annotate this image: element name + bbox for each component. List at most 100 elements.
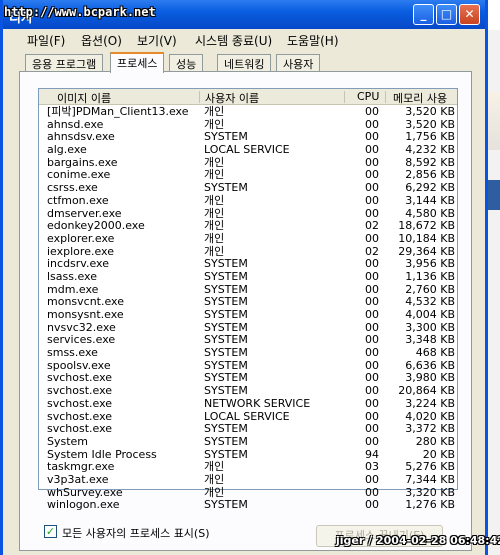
table-row[interactable]: [피박]PDMan_Client13.exe 개인 00 3,520 KB <box>39 105 457 119</box>
process-name: svchost.exe <box>47 422 113 436</box>
column-divider[interactable] <box>199 91 200 103</box>
process-user: SYSTEM <box>204 498 248 512</box>
menu-bar: 파일(F) 옵션(O) 보기(V) 시스템 종료(U) 도움말(H) <box>3 29 485 49</box>
capture-timestamp: jiger / 2004-02-28 06:48:42 <box>336 534 500 547</box>
tab-processes[interactable]: 프로세스 <box>110 52 165 73</box>
process-memory: 4,232 KB <box>405 143 455 157</box>
table-row[interactable]: conime.exe 개인 00 2,856 KB <box>39 169 457 182</box>
process-name: System <box>47 434 89 448</box>
menu-view[interactable]: 보기(V) <box>137 32 177 49</box>
process-cpu: 00 <box>365 422 379 436</box>
process-rows: [피박]PDMan_Client13.exe 개인 00 3,520 KB ahnsd.… <box>39 105 457 512</box>
process-list[interactable]: 이미지 이름 사용자 이름 CPU 메모리 사용 [피박]PDMan_Clien… <box>38 88 458 511</box>
process-cpu: 00 <box>365 143 379 157</box>
process-user: 개인 <box>204 219 225 233</box>
process-user: 개인 <box>204 193 225 207</box>
table-row[interactable]: services.exe SYSTEM 00 3,348 KB <box>39 334 457 347</box>
menu-file[interactable]: 파일(F) <box>27 32 65 49</box>
tab-networking[interactable]: 네트워킹 <box>217 54 272 72</box>
process-name: edonkey2000.exe <box>47 219 145 233</box>
minimize-button[interactable]: _ <box>413 4 434 25</box>
table-row[interactable]: alg.exe LOCAL SERVICE 00 4,232 KB <box>39 143 457 157</box>
menu-options[interactable]: 옵션(O) <box>81 32 122 49</box>
close-button[interactable]: ✕ <box>459 4 480 25</box>
process-memory: 1,276 KB <box>405 498 455 512</box>
tab-performance[interactable]: 성능 <box>169 54 204 72</box>
process-cpu: 00 <box>365 231 379 245</box>
column-header-name[interactable]: 이미지 이름 <box>57 90 111 106</box>
process-cpu: 00 <box>365 269 379 283</box>
process-cpu: 00 <box>365 472 379 486</box>
process-memory: 4,004 KB <box>405 308 455 321</box>
process-user: SYSTEM <box>204 269 248 283</box>
table-row[interactable]: edonkey2000.exe 개인 02 18,672 KB <box>39 219 457 233</box>
tab-users[interactable]: 사용자 <box>276 54 321 72</box>
process-memory: 20,864 KB <box>398 384 455 398</box>
process-user: SYSTEM <box>204 181 248 195</box>
show-all-users-checkbox[interactable]: ✓ <box>44 525 57 538</box>
tab-applications[interactable]: 응용 프로그램 <box>25 54 104 72</box>
process-cpu: 00 <box>365 384 379 398</box>
process-cpu: 00 <box>365 498 379 512</box>
table-row[interactable]: explorer.exe 개인 00 10,184 KB <box>39 231 457 246</box>
process-user: SYSTEM <box>204 434 248 448</box>
process-memory: 10,184 KB <box>398 231 455 245</box>
list-header: 이미지 이름 사용자 이름 CPU 메모리 사용 <box>39 89 457 105</box>
column-header-user[interactable]: 사용자 이름 <box>205 90 259 106</box>
process-memory: 3,520 KB <box>405 105 455 118</box>
table-row[interactable]: ctfmon.exe 개인 00 3,144 KB <box>39 193 457 208</box>
table-row[interactable]: System SYSTEM 00 280 KB <box>39 434 457 449</box>
process-cpu: 00 <box>365 396 379 410</box>
process-cpu: 00 <box>365 181 379 195</box>
table-row[interactable]: csrss.exe SYSTEM 00 6,292 KB <box>39 181 457 195</box>
process-name: ctfmon.exe <box>47 193 109 207</box>
process-name: lsass.exe <box>47 269 97 283</box>
processes-panel: 이미지 이름 사용자 이름 CPU 메모리 사용 [피박]PDMan_Clien… <box>19 71 472 551</box>
process-cpu: 02 <box>365 219 379 233</box>
process-cpu: 00 <box>365 434 379 448</box>
show-all-users-label: 모든 사용자의 프로세스 표시(S) <box>62 527 210 540</box>
process-cpu: 00 <box>365 308 379 321</box>
process-user: SYSTEM <box>204 422 248 436</box>
process-name: alg.exe <box>47 143 87 157</box>
table-row[interactable]: v3p3at.exe 개인 00 7,344 KB <box>39 472 457 487</box>
process-user: NETWORK SERVICE <box>204 396 311 410</box>
table-row[interactable]: monsysnt.exe SYSTEM 00 4,004 KB <box>39 308 457 322</box>
process-name: csrss.exe <box>47 181 98 195</box>
table-row[interactable]: svchost.exe SYSTEM 00 20,864 KB <box>39 384 457 398</box>
process-memory: 7,344 KB <box>405 472 455 486</box>
process-user: 개인 <box>204 105 225 118</box>
process-user: SYSTEM <box>204 384 248 398</box>
table-row[interactable]: winlogon.exe SYSTEM 00 1,276 KB <box>39 499 457 512</box>
process-memory: 18,672 KB <box>398 219 455 233</box>
table-row[interactable]: svchost.exe NETWORK SERVICE 00 3,224 KB <box>39 396 457 411</box>
column-divider[interactable] <box>344 91 345 103</box>
table-row[interactable]: svchost.exe SYSTEM 00 3,372 KB <box>39 422 457 436</box>
process-name: monsysnt.exe <box>47 308 124 321</box>
task-manager-window: 리자 _ □ ✕ 파일(F) 옵션(O) 보기(V) 시스템 종료(U) 도움말… <box>0 0 488 555</box>
menu-shutdown[interactable]: 시스템 종료(U) <box>195 32 272 49</box>
process-name: smss.exe <box>47 346 98 360</box>
process-memory: 3,372 KB <box>405 422 455 436</box>
process-cpu: 00 <box>365 346 379 360</box>
menu-help[interactable]: 도움말(H) <box>287 32 339 49</box>
process-name: svchost.exe <box>47 384 113 398</box>
column-header-cpu[interactable]: CPU <box>357 90 379 103</box>
process-name: svchost.exe <box>47 396 113 410</box>
process-cpu: 00 <box>365 193 379 207</box>
process-memory: 3,144 KB <box>405 193 455 207</box>
process-name: winlogon.exe <box>47 498 120 512</box>
process-memory: 3,224 KB <box>405 396 455 410</box>
process-name: explorer.exe <box>47 231 115 245</box>
column-header-memory[interactable]: 메모리 사용 <box>393 90 447 106</box>
process-cpu: 00 <box>365 105 379 118</box>
maximize-button[interactable]: □ <box>436 4 457 25</box>
process-user: LOCAL SERVICE <box>204 143 290 157</box>
process-name: [피박]PDMan_Client13.exe <box>47 105 189 118</box>
column-divider[interactable] <box>385 91 386 103</box>
process-user: SYSTEM <box>204 346 248 360</box>
table-row[interactable]: lsass.exe SYSTEM 00 1,136 KB <box>39 269 457 284</box>
table-row[interactable]: smss.exe SYSTEM 00 468 KB <box>39 346 457 360</box>
process-user: SYSTEM <box>204 308 248 321</box>
table-row[interactable]: incdsrv.exe SYSTEM 00 3,956 KB <box>39 258 457 271</box>
